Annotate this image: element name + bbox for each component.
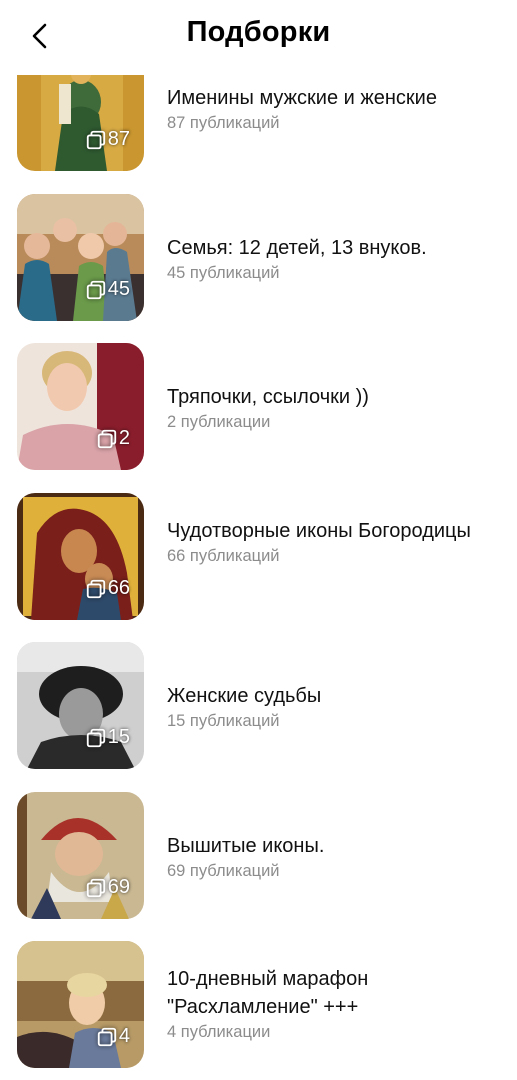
collection-thumbnail: 45 — [17, 194, 144, 321]
collection-name: Женские судьбы — [167, 685, 322, 707]
post-count-badge: 87 — [85, 128, 130, 151]
collection-name: Тряпочки, ссылочки )) — [167, 386, 369, 408]
collection-thumbnail: 15 — [17, 642, 144, 769]
collection-item[interactable]: 66 Чудотворные иконы Богородицы 66 публи… — [0, 493, 517, 621]
collection-stack-icon — [86, 130, 105, 149]
collection-thumbnail: 66 — [17, 493, 144, 620]
vintage-photo-image — [17, 642, 144, 769]
icon-theotokos-image — [17, 493, 144, 620]
collection-stack-icon — [86, 728, 105, 747]
collection-stack-icon — [86, 280, 105, 299]
post-count: 15 — [107, 726, 130, 748]
collection-name: Чудотворные иконы Богородицы — [167, 520, 471, 542]
collection-thumbnail: 2 — [17, 343, 144, 470]
collection-item[interactable]: 15 Женские судьбы 15 публикаций — [0, 642, 517, 770]
post-count-badge: 2 — [96, 427, 130, 450]
post-count-badge: 45 — [85, 278, 130, 301]
collection-stack-icon — [97, 429, 117, 448]
family-photo-image — [17, 194, 144, 321]
collection-post-count: 2 публикации — [167, 413, 271, 431]
collection-post-count: 87 публикаций — [167, 114, 280, 132]
post-count: 2 — [118, 427, 130, 449]
collection-post-count: 15 публикаций — [167, 712, 280, 730]
post-count: 45 — [107, 278, 130, 300]
portrait-photo-image — [17, 343, 144, 470]
post-count: 4 — [118, 1025, 130, 1047]
collection-name: Семья: 12 детей, 13 внуков. — [167, 237, 427, 259]
collection-thumbnail: 69 — [17, 792, 144, 919]
collection-name: Вышитые иконы. — [167, 835, 325, 857]
post-count-badge: 69 — [85, 876, 130, 899]
collection-post-count: 45 публикаций — [167, 264, 280, 282]
collection-item[interactable]: 45 Семья: 12 детей, 13 внуков. 45 публик… — [0, 194, 517, 322]
marathon-photo-image — [17, 941, 144, 1068]
collection-post-count: 4 публикации — [167, 1023, 271, 1041]
post-count-badge: 15 — [85, 726, 130, 749]
collection-name: Именины мужские и женские — [167, 87, 437, 109]
collection-item[interactable]: 4 10-дневный марафон "Расхламление" +++ … — [0, 941, 517, 1069]
collection-stack-icon — [97, 1027, 117, 1046]
collection-stack-icon — [86, 579, 105, 598]
post-count: 69 — [107, 876, 130, 898]
collection-name: 10-дневный марафон "Расхламление" +++ — [167, 968, 369, 1018]
page-title: Подборки — [186, 16, 331, 48]
post-count-badge: 66 — [85, 577, 130, 600]
top-bar: Подборки — [0, 0, 517, 75]
collection-item[interactable]: 69 Вышитые иконы. 69 публикаций — [0, 792, 517, 920]
post-count-badge: 4 — [96, 1025, 130, 1048]
collection-post-count: 69 публикаций — [167, 862, 280, 880]
post-count: 87 — [107, 128, 130, 150]
collection-item[interactable]: 2 Тряпочки, ссылочки )) 2 публикации — [0, 343, 517, 471]
collection-thumbnail: 4 — [17, 941, 144, 1068]
post-count: 66 — [107, 577, 130, 599]
collections-list[interactable]: 87 Именины мужские и женские 87 публикац… — [0, 0, 517, 1080]
embroidered-icon-image — [17, 792, 144, 919]
collection-post-count: 66 публикаций — [167, 547, 280, 565]
collection-stack-icon — [86, 878, 105, 897]
